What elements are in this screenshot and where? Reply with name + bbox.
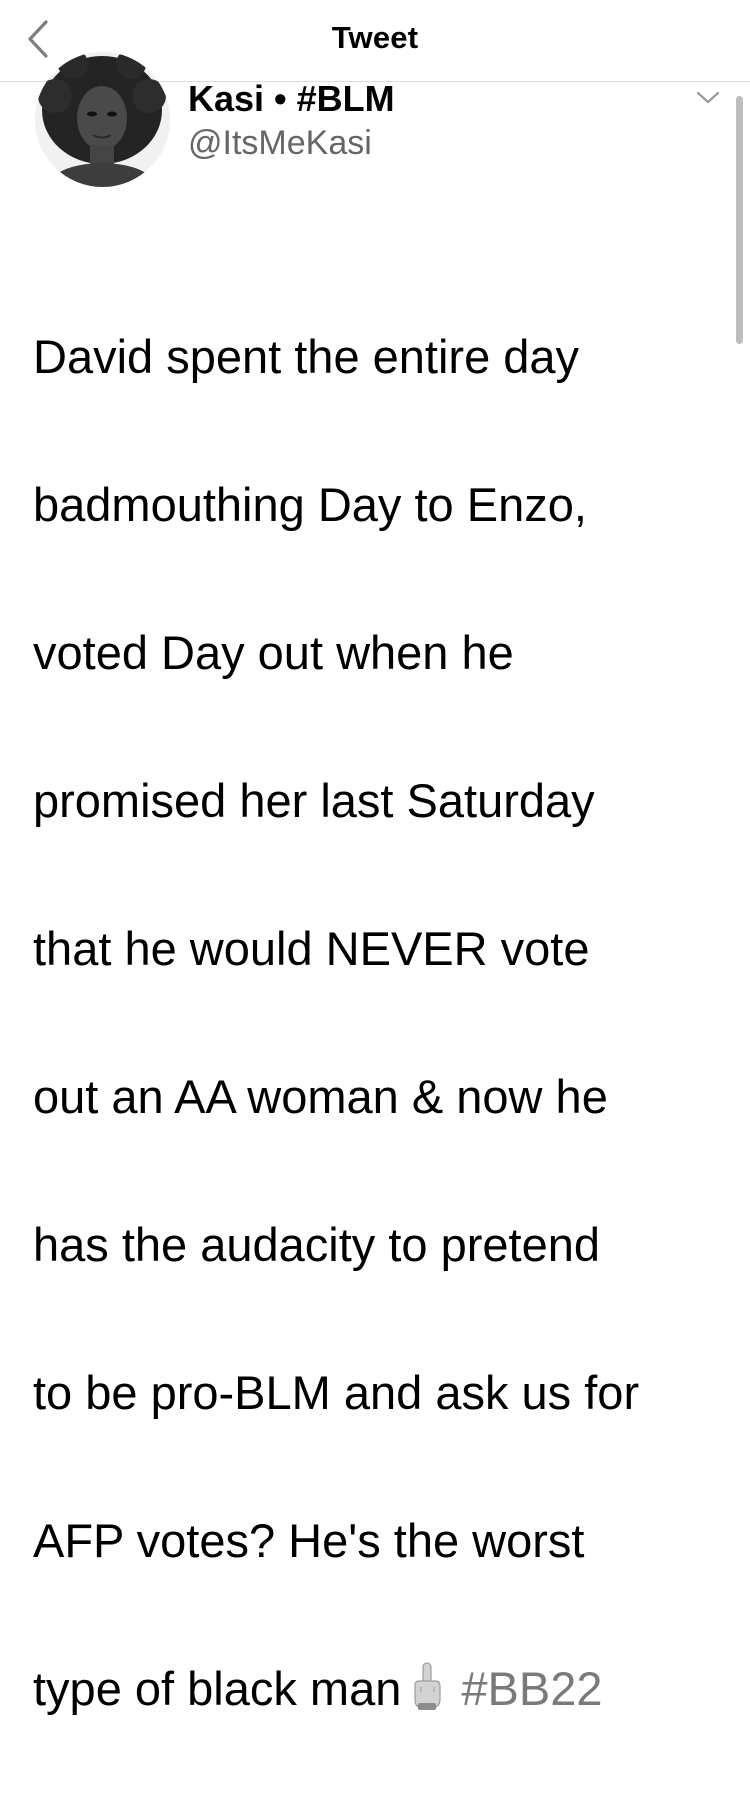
hashtag-link[interactable]: #BB22 (461, 1662, 602, 1715)
tweet-line: badmouthing Day to Enzo, (33, 478, 587, 531)
tweet-line: promised her last Saturday (33, 774, 595, 827)
tweet-line-last: type of black man #BB22 (33, 1652, 723, 1726)
tweet-options-button[interactable] (695, 90, 721, 106)
avatar-photo (35, 52, 170, 187)
middle-finger-emoji-icon (407, 1658, 447, 1710)
tweet-line: has the audacity to pretend (33, 1218, 601, 1271)
tweet-text: David spent the entire day badmouthing D… (33, 246, 723, 1800)
chevron-down-icon (696, 91, 720, 104)
scrollbar[interactable] (736, 96, 743, 344)
page-title: Tweet (331, 20, 419, 55)
tweet-line: voted Day out when he (33, 626, 514, 679)
tweet-line: David spent the entire day (33, 330, 580, 383)
tweet-line: AFP votes? He's the worst (33, 1514, 585, 1567)
tweet-line-text: type of black man (33, 1662, 402, 1715)
tweet-line: out an AA woman & now he (33, 1070, 608, 1123)
author-handle[interactable]: @ItsMeKasi (188, 124, 372, 163)
tweet-line: that he would NEVER vote (33, 922, 590, 975)
avatar[interactable] (35, 52, 170, 187)
tweet-line: to be pro-BLM and ask us for (33, 1366, 640, 1419)
author-display-name[interactable]: Kasi • #BLM (188, 78, 395, 120)
